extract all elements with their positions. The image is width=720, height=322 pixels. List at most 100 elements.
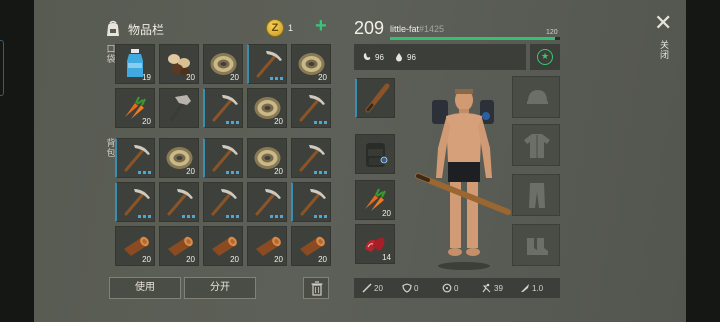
slot-qty: 20 xyxy=(274,255,283,264)
inventory-slot-pickaxe[interactable] xyxy=(247,44,287,84)
inventory-slot-log[interactable]: 20 xyxy=(291,226,331,266)
gold-coin-icon: Z xyxy=(266,19,284,37)
hammer-icon xyxy=(169,95,191,122)
pickaxe-icon xyxy=(211,189,237,216)
durability-indicator xyxy=(138,171,151,174)
jacket-icon xyxy=(524,134,550,158)
durability-indicator xyxy=(182,215,195,218)
torso-slot[interactable] xyxy=(512,124,560,166)
player-name-text: little-fat xyxy=(390,24,420,34)
close-button[interactable]: ✕ xyxy=(654,12,672,34)
close-label: 关闭 xyxy=(660,40,670,60)
shield-icon xyxy=(402,283,412,293)
speed-stat: 39 xyxy=(480,283,503,293)
xp-bar-fill xyxy=(390,37,555,40)
pickaxe-icon xyxy=(256,51,282,78)
inventory-slot-carrot[interactable]: 20 xyxy=(115,88,155,128)
pickaxe-icon xyxy=(255,189,281,216)
inventory-slot-log[interactable]: 20 xyxy=(247,226,287,266)
inventory-slot-rope-coil[interactable]: 20 xyxy=(247,138,287,178)
inventory-slot-pickaxe[interactable] xyxy=(115,182,155,222)
inventory-slot-pickaxe[interactable] xyxy=(159,182,199,222)
inventory-slot-pickaxe[interactable] xyxy=(203,138,243,178)
meat-slot-qty: 14 xyxy=(382,253,391,262)
survival-stats: 96 96 xyxy=(354,44,526,70)
inventory-slot-pickaxe[interactable] xyxy=(203,182,243,222)
inventory-slot-pickaxe[interactable] xyxy=(291,182,331,222)
player-id: #1425 xyxy=(419,24,445,34)
water-stat: 96 xyxy=(394,52,416,62)
feet-slot[interactable] xyxy=(512,224,560,266)
legs-slot[interactable] xyxy=(512,174,560,216)
inventory-slot-log[interactable]: 20 xyxy=(159,226,199,266)
boots-icon xyxy=(527,238,548,255)
discard-button[interactable] xyxy=(303,277,329,299)
inventory-header: 物品栏 xyxy=(104,18,164,40)
inventory-slot-log[interactable]: 20 xyxy=(203,226,243,266)
durability-indicator xyxy=(314,121,327,124)
slot-qty: 20 xyxy=(318,255,327,264)
inventory-slot-pickaxe[interactable] xyxy=(291,138,331,178)
xp-max: 120 xyxy=(546,29,558,36)
defense-value: 0 xyxy=(414,283,419,293)
pickaxe-icon xyxy=(299,95,325,122)
meat-slot[interactable]: 14 xyxy=(355,224,395,264)
pickaxe-icon xyxy=(299,145,325,172)
sword-icon xyxy=(362,283,372,293)
tactical-backpack-icon xyxy=(366,143,388,167)
slot-qty: 20 xyxy=(186,73,195,82)
split-button[interactable]: 分开 xyxy=(184,277,256,299)
trash-icon xyxy=(311,281,323,296)
attack-value: 20 xyxy=(374,283,383,293)
slot-qty: 20 xyxy=(230,255,239,264)
inventory-slot-pickaxe[interactable] xyxy=(115,138,155,178)
inventory-slot-rope-coil[interactable]: 20 xyxy=(247,88,287,128)
protection-stat: 0 xyxy=(442,283,458,293)
use-button[interactable]: 使用 xyxy=(109,277,181,299)
weapon-slot[interactable] xyxy=(355,78,395,118)
baseball-bat-icon xyxy=(365,83,390,113)
food-value: 96 xyxy=(375,52,384,62)
cap-icon xyxy=(527,90,548,104)
edge-handle xyxy=(0,40,4,96)
slot-qty: 20 xyxy=(186,167,195,176)
helmet-slot[interactable] xyxy=(512,76,560,118)
backpack-slot[interactable] xyxy=(355,134,395,174)
inventory-slot-log[interactable]: 20 xyxy=(115,226,155,266)
damage-stat: 1.0 xyxy=(520,283,543,293)
inventory-slot-pickaxe[interactable] xyxy=(247,182,287,222)
status-effects-button[interactable]: ★ xyxy=(530,44,560,70)
durability-indicator xyxy=(226,171,239,174)
durability-indicator xyxy=(270,77,283,80)
star-badge-icon: ★ xyxy=(537,49,553,65)
defense-stat: 0 xyxy=(402,283,418,293)
durability-indicator xyxy=(314,215,327,218)
inventory-slot-seeds[interactable]: 20 xyxy=(159,44,199,84)
combat-stats-bar: 20 0 0 39 1.0 xyxy=(354,278,560,298)
food-slot[interactable]: 20 xyxy=(355,180,395,220)
inventory-slot-rope-coil[interactable]: 20 xyxy=(159,138,199,178)
inventory-slot-water-bottle[interactable]: 19 xyxy=(115,44,155,84)
blade-icon xyxy=(521,284,529,292)
coin-count: 1 xyxy=(288,23,294,33)
inventory-slot-rope-coil[interactable]: 20 xyxy=(203,44,243,84)
damage-value: 1.0 xyxy=(532,283,544,293)
inventory-slot-pickaxe[interactable] xyxy=(291,88,331,128)
pickaxe-icon xyxy=(124,189,150,216)
pickaxe-icon xyxy=(124,145,150,172)
food-slot-qty: 20 xyxy=(382,209,391,218)
inventory-slot-pickaxe[interactable] xyxy=(203,88,243,128)
xp-bar xyxy=(390,37,560,40)
pickaxe-icon xyxy=(300,189,326,216)
inventory-slot-rope-coil[interactable]: 20 xyxy=(291,44,331,84)
inventory-slot-hammer[interactable] xyxy=(159,88,199,128)
hazard-icon xyxy=(442,283,452,293)
pickaxe-icon xyxy=(212,145,238,172)
inventory-panel: 物品栏 Z 1 + 口袋 背包 19 20 20 20 20 20 20 20 20 20 20 20… xyxy=(34,0,686,322)
durability-indicator xyxy=(226,121,239,124)
buy-coins-button[interactable]: + xyxy=(315,16,331,36)
attack-stat: 20 xyxy=(362,283,383,293)
durability-indicator xyxy=(138,215,151,218)
slot-qty: 20 xyxy=(186,255,195,264)
pants-icon xyxy=(529,183,545,208)
